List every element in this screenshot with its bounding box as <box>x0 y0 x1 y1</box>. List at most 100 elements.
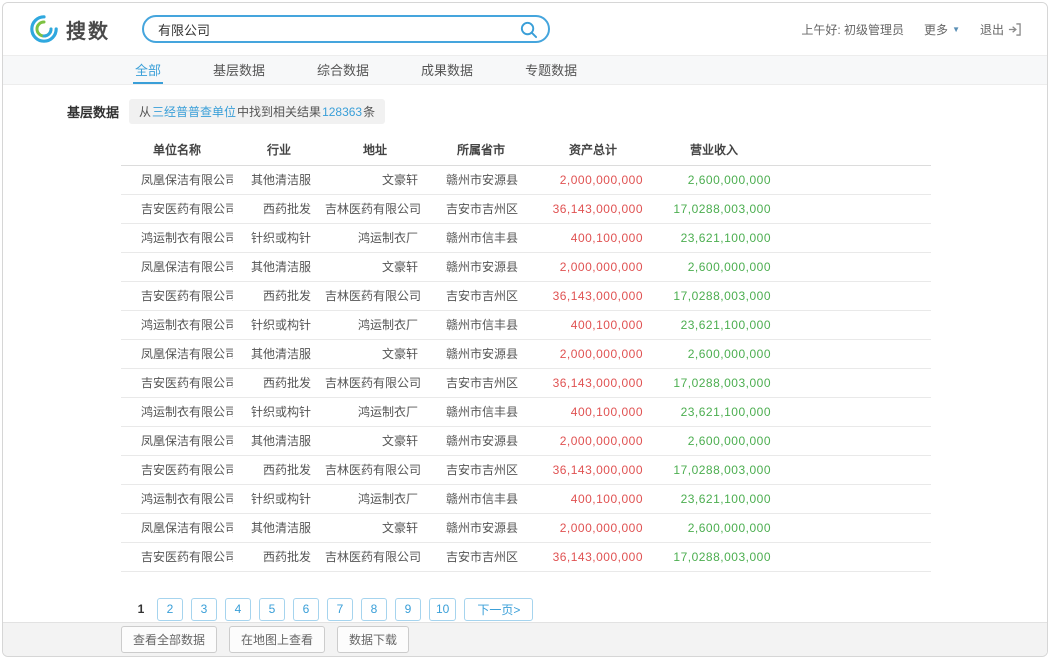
cell: 文豪轩 <box>325 426 425 455</box>
cell-filler <box>779 223 931 252</box>
cell: 2,000,000,000 <box>537 165 649 194</box>
cell-filler <box>779 542 931 571</box>
page-button-3[interactable]: 3 <box>191 598 217 621</box>
column-header: 所属省市 <box>425 134 537 165</box>
cell-filler <box>779 513 931 542</box>
cell: 鸿运制衣有限公司 <box>121 484 233 513</box>
cell: 鸿运制衣厂 <box>325 223 425 252</box>
cell: 其他清洁服 <box>233 426 325 455</box>
pagination: 1 2345678910 下一页> <box>133 598 1047 621</box>
cell-filler <box>779 484 931 513</box>
cell: 2,000,000,000 <box>537 339 649 368</box>
cell: 36,143,000,000 <box>537 281 649 310</box>
view-all-data-button[interactable]: 查看全部数据 <box>121 626 217 653</box>
more-label: 更多 <box>924 21 948 38</box>
logo[interactable]: 搜数 <box>29 14 110 44</box>
page-button-2[interactable]: 2 <box>157 598 183 621</box>
cell: 赣州市安源县 <box>425 252 537 281</box>
cell: 西药批发 <box>233 368 325 397</box>
table-row: 凤凰保洁有限公司其他清洁服文豪轩赣州市安源县2,000,000,0002,600… <box>121 513 931 542</box>
cell: 吉安市吉州区 <box>425 542 537 571</box>
cell: 17,0288,003,000 <box>649 368 779 397</box>
cell: 西药批发 <box>233 455 325 484</box>
logo-text: 搜数 <box>66 15 110 44</box>
column-header: 资产总计 <box>537 134 649 165</box>
search-input[interactable] <box>158 22 519 37</box>
cell: 400,100,000 <box>537 223 649 252</box>
cell: 赣州市安源县 <box>425 339 537 368</box>
cell: 2,000,000,000 <box>537 252 649 281</box>
column-header: 地址 <box>325 134 425 165</box>
tab-all[interactable]: 全部 <box>133 56 163 84</box>
cell: 鸿运制衣有限公司 <box>121 310 233 339</box>
cell: 鸿运制衣厂 <box>325 484 425 513</box>
page-button-8[interactable]: 8 <box>361 598 387 621</box>
cell: 400,100,000 <box>537 484 649 513</box>
logout-icon <box>1008 23 1021 36</box>
cell: 17,0288,003,000 <box>649 542 779 571</box>
cell: 吉安医药有限公司 <box>121 281 233 310</box>
cell: 2,600,000,000 <box>649 339 779 368</box>
cell-filler <box>779 165 931 194</box>
table-row: 鸿运制衣有限公司针织或构针鸿运制衣厂赣州市信丰县400,100,00023,62… <box>121 223 931 252</box>
cell-filler <box>779 194 931 223</box>
cell: 西药批发 <box>233 281 325 310</box>
cell: 鸿运制衣厂 <box>325 397 425 426</box>
header: 搜数 上午好: 初级管理员 更多 ▼ 退出 <box>3 3 1047 55</box>
results-table: 单位名称行业地址所属省市资产总计营业收入 凤凰保洁有限公司其他清洁服文豪轩赣州市… <box>121 134 931 572</box>
table-row: 凤凰保洁有限公司其他清洁服文豪轩赣州市安源县2,000,000,0002,600… <box>121 426 931 455</box>
tab-topic-data[interactable]: 专题数据 <box>523 56 579 84</box>
page-button-5[interactable]: 5 <box>259 598 285 621</box>
tab-base-data[interactable]: 基层数据 <box>211 56 267 84</box>
page-button-4[interactable]: 4 <box>225 598 251 621</box>
cell: 2,600,000,000 <box>649 252 779 281</box>
tab-achievement-data[interactable]: 成果数据 <box>419 56 475 84</box>
cell: 其他清洁服 <box>233 513 325 542</box>
chevron-down-icon: ▼ <box>952 25 960 34</box>
cell: 36,143,000,000 <box>537 194 649 223</box>
tab-composite-data[interactable]: 综合数据 <box>315 56 371 84</box>
page-button-6[interactable]: 6 <box>293 598 319 621</box>
cell: 吉林医药有限公司 <box>325 455 425 484</box>
cell: 吉林医药有限公司 <box>325 368 425 397</box>
header-right: 上午好: 初级管理员 更多 ▼ 退出 <box>801 21 1021 38</box>
source-link[interactable]: 三经普普查单位 <box>152 103 236 120</box>
cell-filler <box>779 339 931 368</box>
data-download-button[interactable]: 数据下载 <box>337 626 409 653</box>
table-header-row: 单位名称行业地址所属省市资产总计营业收入 <box>121 134 931 165</box>
page-button-10[interactable]: 10 <box>429 598 456 621</box>
cell: 赣州市安源县 <box>425 165 537 194</box>
cell: 2,600,000,000 <box>649 513 779 542</box>
next-page-button[interactable]: 下一页> <box>464 598 533 621</box>
table-row: 凤凰保洁有限公司其他清洁服文豪轩赣州市安源县2,000,000,0002,600… <box>121 165 931 194</box>
table-row: 凤凰保洁有限公司其他清洁服文豪轩赣州市安源县2,000,000,0002,600… <box>121 339 931 368</box>
cell: 吉安医药有限公司 <box>121 368 233 397</box>
result-summary: 从三经普普查单位中找到相关结果128363条 <box>129 99 385 124</box>
cell: 36,143,000,000 <box>537 455 649 484</box>
result-suffix: 条 <box>363 103 375 120</box>
cell-filler <box>779 397 931 426</box>
cell: 2,600,000,000 <box>649 426 779 455</box>
result-bar: 基层数据 从三经普普查单位中找到相关结果128363条 <box>67 99 1047 124</box>
page-button-7[interactable]: 7 <box>327 598 353 621</box>
more-menu[interactable]: 更多 ▼ <box>924 21 960 38</box>
cell: 吉安市吉州区 <box>425 455 537 484</box>
tab-bar: 全部 基层数据 综合数据 成果数据 专题数据 <box>3 55 1047 85</box>
logout-button[interactable]: 退出 <box>980 21 1021 38</box>
view-on-map-button[interactable]: 在地图上查看 <box>229 626 325 653</box>
cell: 吉安医药有限公司 <box>121 194 233 223</box>
cell: 赣州市安源县 <box>425 426 537 455</box>
cell: 23,621,100,000 <box>649 223 779 252</box>
cell: 鸿运制衣有限公司 <box>121 397 233 426</box>
search-icon[interactable] <box>519 20 538 39</box>
table-row: 吉安医药有限公司西药批发吉林医药有限公司吉安市吉州区36,143,000,000… <box>121 455 931 484</box>
result-middle: 中找到相关结果 <box>237 103 321 120</box>
column-header: 行业 <box>233 134 325 165</box>
table-row: 鸿运制衣有限公司针织或构针鸿运制衣厂赣州市信丰县400,100,00023,62… <box>121 397 931 426</box>
table-row: 吉安医药有限公司西药批发吉林医药有限公司吉安市吉州区36,143,000,000… <box>121 368 931 397</box>
cell: 文豪轩 <box>325 252 425 281</box>
section-label: 基层数据 <box>67 102 119 121</box>
cell: 吉林医药有限公司 <box>325 542 425 571</box>
page-button-9[interactable]: 9 <box>395 598 421 621</box>
cell: 赣州市信丰县 <box>425 397 537 426</box>
